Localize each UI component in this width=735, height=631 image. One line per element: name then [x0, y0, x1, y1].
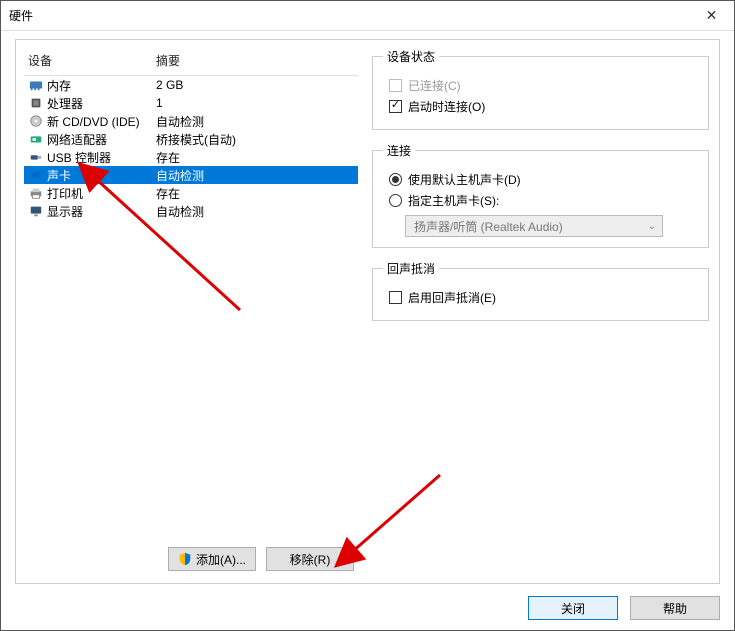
table-row[interactable]: 内存2 GB: [24, 76, 358, 94]
table-row[interactable]: 网络适配器桥接模式(自动): [24, 130, 358, 148]
device-summary: 自动检测: [156, 167, 358, 184]
list-body: 内存2 GB处理器1新 CD/DVD (IDE)自动检测网络适配器桥接模式(自动…: [24, 76, 358, 220]
cd-icon: [28, 113, 44, 129]
device-summary: 桥接模式(自动): [156, 131, 358, 148]
remove-button[interactable]: 移除(R): [266, 547, 354, 571]
close-dialog-button[interactable]: 关闭: [528, 596, 618, 620]
chevron-down-icon: ⌄: [648, 221, 656, 232]
combo-value: 扬声器/听筒 (Realtek Audio): [414, 218, 563, 235]
col-header-summary[interactable]: 摘要: [156, 52, 358, 69]
checkbox-icon: [389, 79, 402, 92]
table-row[interactable]: 处理器1: [24, 94, 358, 112]
specify-host-radio[interactable]: 指定主机声卡(S):: [389, 192, 698, 209]
titlebar: 硬件 ✕: [1, 1, 734, 31]
device-summary: 自动检测: [156, 113, 358, 130]
dialog-footer: 关闭 帮助: [528, 596, 720, 620]
device-summary: 存在: [156, 185, 358, 202]
device-name: USB 控制器: [47, 149, 156, 166]
help-label: 帮助: [663, 600, 687, 617]
content-area: 设备 摘要 内存2 GB处理器1新 CD/DVD (IDE)自动检测网络适配器桥…: [15, 39, 720, 584]
usb-icon: [28, 149, 44, 165]
add-button[interactable]: 添加(A)...: [168, 547, 256, 571]
close-dialog-label: 关闭: [561, 600, 585, 617]
use-default-radio[interactable]: 使用默认主机声卡(D): [389, 171, 698, 188]
table-row[interactable]: 新 CD/DVD (IDE)自动检测: [24, 112, 358, 130]
window-title: 硬件: [9, 7, 33, 24]
specify-host-label: 指定主机声卡(S):: [408, 192, 499, 209]
shield-icon: [178, 552, 192, 566]
connection-group: 连接 使用默认主机声卡(D) 指定主机声卡(S): 扬声器/听筒 (Realte…: [372, 142, 709, 248]
device-summary: 1: [156, 96, 358, 110]
checkbox-icon: [389, 291, 402, 304]
remove-button-label: 移除(R): [290, 551, 331, 568]
connection-legend: 连接: [383, 142, 415, 159]
device-name: 网络适配器: [47, 131, 156, 148]
settings-pane: 设备状态 已连接(C) 启动时连接(O) 连接 使用默认主机声卡(D): [366, 40, 719, 583]
device-summary: 自动检测: [156, 203, 358, 220]
connected-label: 已连接(C): [408, 77, 461, 94]
sound-icon: [28, 167, 44, 183]
cpu-icon: [28, 95, 44, 111]
connected-checkbox: 已连接(C): [389, 77, 698, 94]
enable-echo-label: 启用回声抵消(E): [408, 289, 496, 306]
echo-group: 回声抵消 启用回声抵消(E): [372, 260, 709, 321]
device-summary: 2 GB: [156, 78, 358, 92]
memory-icon: [28, 77, 44, 93]
device-button-row: 添加(A)... 移除(R): [24, 541, 358, 575]
echo-legend: 回声抵消: [383, 260, 439, 277]
add-button-label: 添加(A)...: [196, 551, 246, 568]
close-icon: ✕: [706, 7, 718, 24]
enable-echo-checkbox[interactable]: 启用回声抵消(E): [389, 289, 698, 306]
use-default-label: 使用默认主机声卡(D): [408, 171, 521, 188]
device-name: 显示器: [47, 203, 156, 220]
device-name: 声卡: [47, 167, 156, 184]
connect-on-power-checkbox[interactable]: 启动时连接(O): [389, 98, 698, 115]
help-button[interactable]: 帮助: [630, 596, 720, 620]
list-header: 设备 摘要: [24, 48, 358, 76]
device-status-group: 设备状态 已连接(C) 启动时连接(O): [372, 48, 709, 130]
display-icon: [28, 203, 44, 219]
table-row[interactable]: USB 控制器存在: [24, 148, 358, 166]
device-name: 新 CD/DVD (IDE): [47, 113, 156, 130]
close-button[interactable]: ✕: [689, 1, 734, 31]
device-summary: 存在: [156, 149, 358, 166]
device-name: 处理器: [47, 95, 156, 112]
dialog-window: 硬件 ✕ 设备 摘要 内存2 GB处理器1新 CD/DVD (IDE)自动检测网…: [0, 0, 735, 631]
device-status-legend: 设备状态: [383, 48, 439, 65]
table-row[interactable]: 声卡自动检测: [24, 166, 358, 184]
nic-icon: [28, 131, 44, 147]
printer-icon: [28, 185, 44, 201]
checkbox-icon: [389, 100, 402, 113]
table-row[interactable]: 显示器自动检测: [24, 202, 358, 220]
device-list: 设备 摘要 内存2 GB处理器1新 CD/DVD (IDE)自动检测网络适配器桥…: [24, 48, 358, 541]
table-row[interactable]: 打印机存在: [24, 184, 358, 202]
radio-icon: [389, 173, 402, 186]
device-name: 内存: [47, 77, 156, 94]
device-name: 打印机: [47, 185, 156, 202]
col-header-device[interactable]: 设备: [28, 52, 156, 69]
connect-on-power-label: 启动时连接(O): [408, 98, 485, 115]
device-pane: 设备 摘要 内存2 GB处理器1新 CD/DVD (IDE)自动检测网络适配器桥…: [16, 40, 366, 583]
host-soundcard-combo: 扬声器/听筒 (Realtek Audio) ⌄: [405, 215, 663, 237]
radio-icon: [389, 194, 402, 207]
